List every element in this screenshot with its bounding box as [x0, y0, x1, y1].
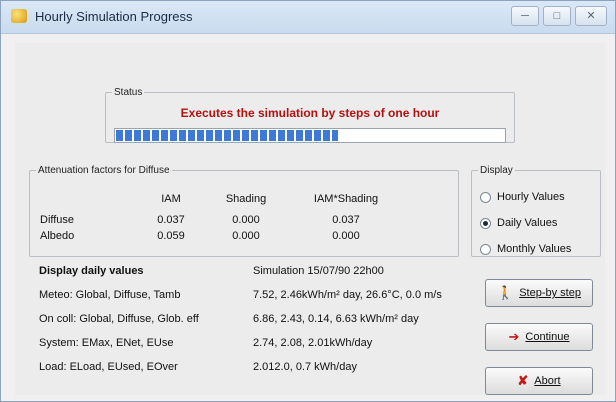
radio-label: Hourly Values: [497, 191, 565, 203]
maximize-button[interactable]: □: [543, 6, 571, 26]
info-value: 2.012.0, 0.7 kWh/day: [253, 361, 357, 373]
table-cell: 0.059: [157, 230, 185, 242]
display-group: Display Hourly Values Daily Values Month…: [471, 165, 601, 257]
window-title: Hourly Simulation Progress: [35, 9, 193, 24]
attenuation-table: IAM Shading IAM*Shading Diffuse 0.037 0.…: [40, 186, 406, 244]
radio-button[interactable]: [480, 217, 491, 229]
info-value: 6.86, 2.43, 0.14, 6.63 kWh/m² day: [253, 313, 419, 325]
table-cell: 0.037: [332, 214, 360, 226]
radio-label: Daily Values: [497, 217, 558, 229]
simulation-window: Hourly Simulation Progress ─ □ ✕ Status …: [0, 0, 616, 402]
info-label: Meteo: Global, Diffuse, Tamb: [39, 289, 181, 301]
arrow-right-icon: ➔: [508, 329, 520, 344]
status-group: Status Executes the simulation by steps …: [105, 87, 515, 143]
attenuation-header-cell: Shading: [225, 193, 267, 205]
step-by-step-button[interactable]: 🚶 Step-by step: [485, 279, 593, 307]
dialog-body: Status Executes the simulation by steps …: [15, 43, 605, 395]
radio-hourly[interactable]: Hourly Values: [480, 188, 565, 206]
attenuation-header-cell: IAM: [161, 193, 181, 205]
attenuation-legend: Attenuation factors for Diffuse: [38, 165, 170, 176]
info-row-system: System: EMax, ENet, EUse 2.74, 2.08, 2.0…: [39, 333, 479, 355]
radio-button[interactable]: [480, 191, 491, 203]
display-legend: Display: [480, 165, 513, 176]
status-legend: Status: [114, 87, 143, 98]
table-cell: 0.000: [232, 230, 260, 242]
status-message: Executes the simulation by steps of one …: [180, 106, 440, 120]
continue-label: Continue: [525, 331, 570, 343]
info-row-collector: On coll: Global, Diffuse, Glob. eff 6.86…: [39, 309, 479, 331]
abort-button[interactable]: ✘ Abort: [485, 367, 593, 395]
row-label-albedo: Albedo: [40, 230, 75, 242]
table-cell: 0.037: [157, 214, 185, 226]
table-cell: 0.000: [232, 214, 260, 226]
table-cell: 0.000: [332, 230, 360, 242]
radio-label: Monthly Values: [497, 243, 572, 255]
info-heading: Display daily values: [39, 265, 144, 277]
title-bar: Hourly Simulation Progress ─ □ ✕: [1, 1, 615, 34]
attenuation-group: Attenuation factors for Diffuse IAM Shad…: [29, 165, 459, 257]
attenuation-header-row: IAM Shading IAM*Shading: [40, 186, 406, 212]
table-row: Albedo 0.059 0.000 0.000: [40, 228, 406, 244]
radio-daily[interactable]: Daily Values: [480, 214, 557, 232]
minimize-button[interactable]: ─: [511, 6, 539, 26]
row-label-diffuse: Diffuse: [40, 214, 75, 226]
step-by-step-label: Step-by step: [519, 287, 581, 299]
radio-button[interactable]: [480, 243, 491, 255]
table-row: Diffuse 0.037 0.000 0.037: [40, 212, 406, 228]
info-row-meteo: Meteo: Global, Diffuse, Tamb 7.52, 2.46k…: [39, 285, 479, 307]
info-label: On coll: Global, Diffuse, Glob. eff: [39, 313, 199, 325]
simulation-timestamp: Simulation 15/07/90 22h00: [253, 265, 384, 277]
close-button[interactable]: ✕: [575, 6, 607, 26]
walker-icon: 🚶: [497, 285, 514, 300]
abort-label: Abort: [534, 375, 561, 387]
info-label: System: EMax, ENet, EUse: [39, 337, 174, 349]
continue-button[interactable]: ➔ Continue: [485, 323, 593, 351]
info-row-load: Load: ELoad, EUsed, EOver 2.012.0, 0.7 k…: [39, 357, 479, 379]
app-icon: [11, 9, 27, 23]
attenuation-header-cell: [40, 186, 136, 212]
info-value: 2.74, 2.08, 2.01kWh/day: [253, 337, 373, 349]
progress-fill: [116, 130, 339, 141]
progress-bar: [114, 128, 506, 143]
radio-monthly[interactable]: Monthly Values: [480, 240, 571, 258]
info-label: Load: ELoad, EUsed, EOver: [39, 361, 178, 373]
info-header-row: Display daily values Simulation 15/07/90…: [39, 261, 479, 283]
attenuation-header-cell: IAM*Shading: [313, 193, 379, 205]
info-value: 7.52, 2.46kWh/m² day, 26.6°C, 0.0 m/s: [253, 289, 442, 301]
x-icon: ✘: [517, 373, 529, 388]
